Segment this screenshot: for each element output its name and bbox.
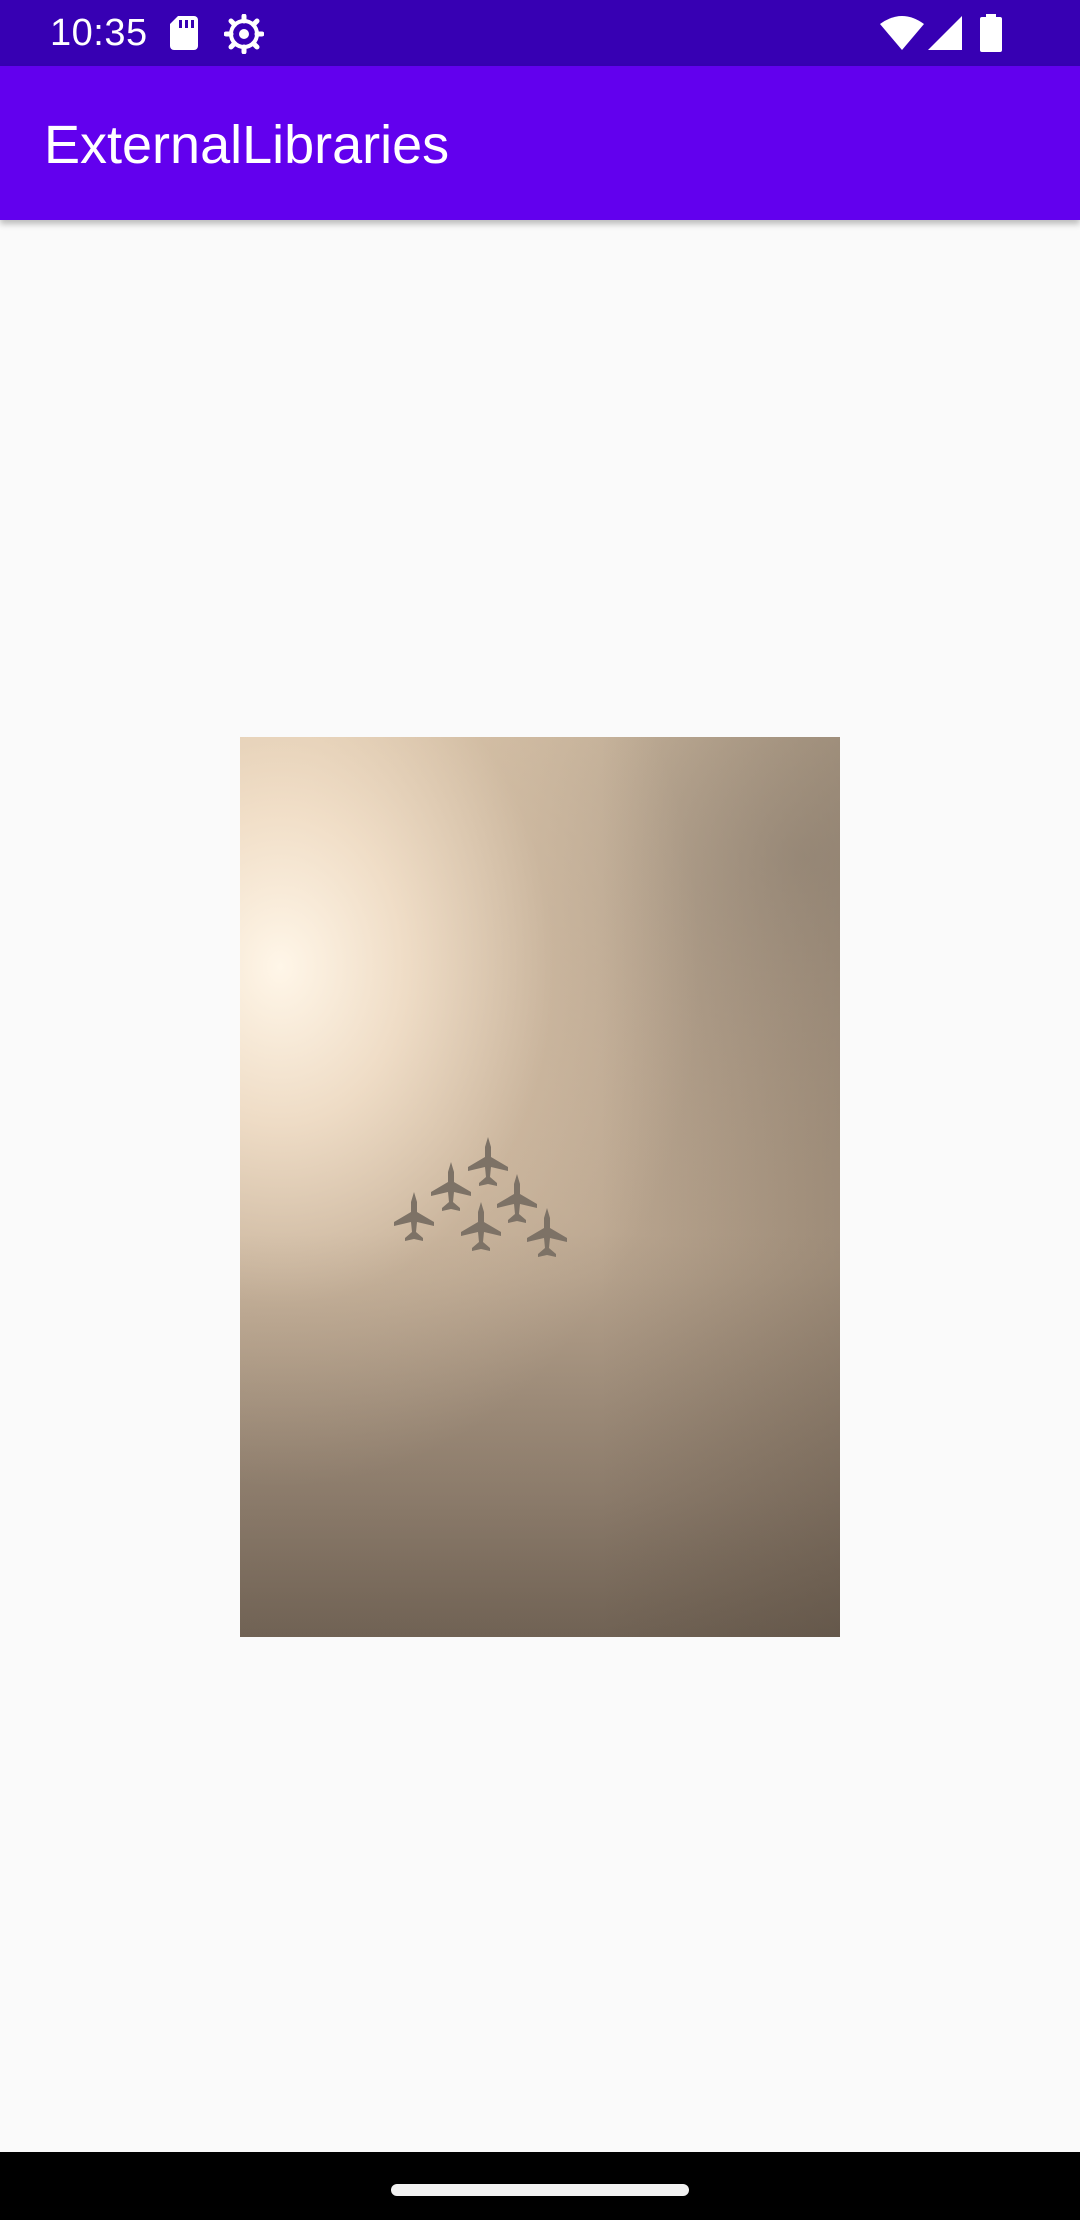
jet-slot [461, 1202, 501, 1251]
status-bar: 10:35 [0, 0, 1080, 66]
wifi-icon [880, 16, 924, 50]
home-indicator[interactable] [391, 2184, 689, 2196]
jet-left-2 [394, 1192, 434, 1241]
jet-right-1 [497, 1174, 537, 1223]
app-bar: ExternalLibraries [0, 66, 1080, 220]
status-time: 10:35 [50, 12, 148, 54]
jets-photo [240, 737, 840, 1637]
battery-icon [980, 14, 1002, 52]
main-content [0, 220, 1080, 2152]
app-title: ExternalLibraries [44, 115, 450, 175]
jet-formation [394, 1137, 567, 1257]
sd-card-icon [170, 16, 198, 50]
jet-right-2 [527, 1208, 567, 1257]
navigation-bar [0, 2152, 1080, 2220]
jet-lead [468, 1137, 508, 1186]
jet-left-1 [431, 1162, 471, 1211]
signal-icon [928, 16, 962, 50]
debug-gear-icon [224, 14, 264, 54]
